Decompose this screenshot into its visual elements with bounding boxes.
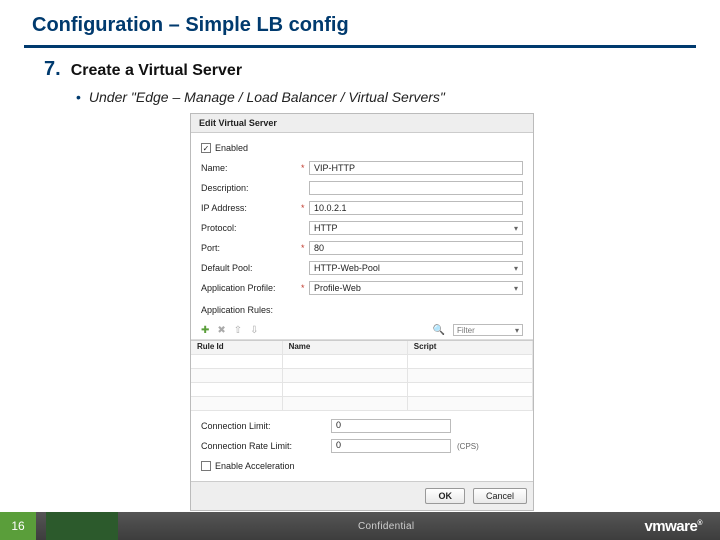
- cps-suffix: (CPS): [457, 442, 479, 451]
- footer-accent: [46, 512, 118, 540]
- enable-accel-checkbox[interactable]: [201, 461, 211, 471]
- required-asterisk-icon: *: [301, 243, 309, 253]
- vmware-logo: vmware®: [644, 518, 702, 535]
- confidential-label: Confidential: [128, 521, 644, 532]
- app-profile-select[interactable]: Profile-Web ▾: [309, 281, 523, 295]
- chevron-down-icon: ▾: [514, 264, 518, 273]
- conn-limit-label: Connection Limit:: [201, 421, 331, 431]
- dialog-footer: OK Cancel: [191, 481, 533, 510]
- dialog-title: Edit Virtual Server: [191, 114, 533, 133]
- name-label: Name:: [201, 163, 301, 173]
- rules-grid: Rule Id Name Script: [191, 340, 533, 411]
- app-profile-value: Profile-Web: [314, 283, 361, 293]
- conn-rate-label: Connection Rate Limit:: [201, 441, 331, 451]
- protocol-value: HTTP: [314, 223, 338, 233]
- chevron-down-icon: ▾: [514, 224, 518, 233]
- cancel-button[interactable]: Cancel: [473, 488, 527, 504]
- chevron-down-icon: ▾: [514, 284, 518, 293]
- enabled-label: Enabled: [215, 143, 248, 153]
- protocol-label: Protocol:: [201, 223, 301, 233]
- empty-cell: [191, 397, 283, 411]
- protocol-select[interactable]: HTTP ▾: [309, 221, 523, 235]
- enabled-row: ✓ Enabled: [201, 139, 523, 157]
- search-icon: 🔍: [433, 325, 445, 336]
- move-down-icon[interactable]: ⇩: [250, 325, 258, 336]
- bullet-dot-icon: •: [76, 89, 81, 105]
- step-number: 7.: [44, 58, 61, 81]
- required-asterisk-icon: *: [301, 203, 309, 213]
- default-pool-value: HTTP-Web-Pool: [314, 263, 380, 273]
- content-area: 7. Create a Virtual Server • Under "Edge…: [0, 58, 720, 536]
- enable-accel-label: Enable Acceleration: [215, 461, 295, 471]
- sub-bullet-text: Under "Edge – Manage / Load Balancer / V…: [89, 89, 445, 105]
- col-rule-id[interactable]: Rule Id: [191, 341, 283, 355]
- ok-button[interactable]: OK: [425, 488, 465, 504]
- name-input[interactable]: VIP-HTTP: [309, 161, 523, 175]
- ip-input[interactable]: 10.0.2.1: [309, 201, 523, 215]
- page-number: 16: [0, 512, 36, 540]
- filter-input[interactable]: Filter ▾: [453, 324, 523, 336]
- empty-cell: [191, 355, 283, 369]
- move-up-icon[interactable]: ⇧: [234, 325, 242, 336]
- edit-virtual-server-dialog: Edit Virtual Server ✓ Enabled Name: * VI…: [190, 113, 534, 511]
- ip-label: IP Address:: [201, 203, 301, 213]
- rules-toolbar: ✚ ✖ ⇧ ⇩ 🔍 Filter ▾: [191, 321, 533, 340]
- filter-placeholder: Filter: [457, 326, 475, 335]
- description-label: Description:: [201, 183, 301, 193]
- required-asterisk-icon: *: [301, 163, 309, 173]
- title-rule: [24, 45, 696, 48]
- conn-rate-input[interactable]: 0: [331, 439, 451, 453]
- step-text: Create a Virtual Server: [71, 62, 242, 80]
- default-pool-select[interactable]: HTTP-Web-Pool ▾: [309, 261, 523, 275]
- enabled-checkbox[interactable]: ✓: [201, 143, 211, 153]
- delete-icon[interactable]: ✖: [217, 325, 225, 336]
- conn-limit-input[interactable]: 0: [331, 419, 451, 433]
- required-asterisk-icon: *: [301, 283, 309, 293]
- sub-bullet: • Under "Edge – Manage / Load Balancer /…: [44, 89, 680, 105]
- slide-footer: 16 Confidential vmware®: [0, 512, 720, 540]
- port-label: Port:: [201, 243, 301, 253]
- col-name[interactable]: Name: [283, 341, 408, 355]
- empty-cell: [191, 369, 283, 383]
- slide-title: Configuration – Simple LB config: [0, 0, 720, 45]
- app-profile-label: Application Profile:: [201, 283, 301, 293]
- chevron-down-icon: ▾: [515, 326, 519, 335]
- empty-cell: [191, 383, 283, 397]
- app-rules-label: Application Rules:: [201, 305, 273, 315]
- col-script[interactable]: Script: [408, 341, 533, 355]
- default-pool-label: Default Pool:: [201, 263, 301, 273]
- add-icon[interactable]: ✚: [201, 325, 209, 336]
- port-input[interactable]: 80: [309, 241, 523, 255]
- description-input[interactable]: [309, 181, 523, 195]
